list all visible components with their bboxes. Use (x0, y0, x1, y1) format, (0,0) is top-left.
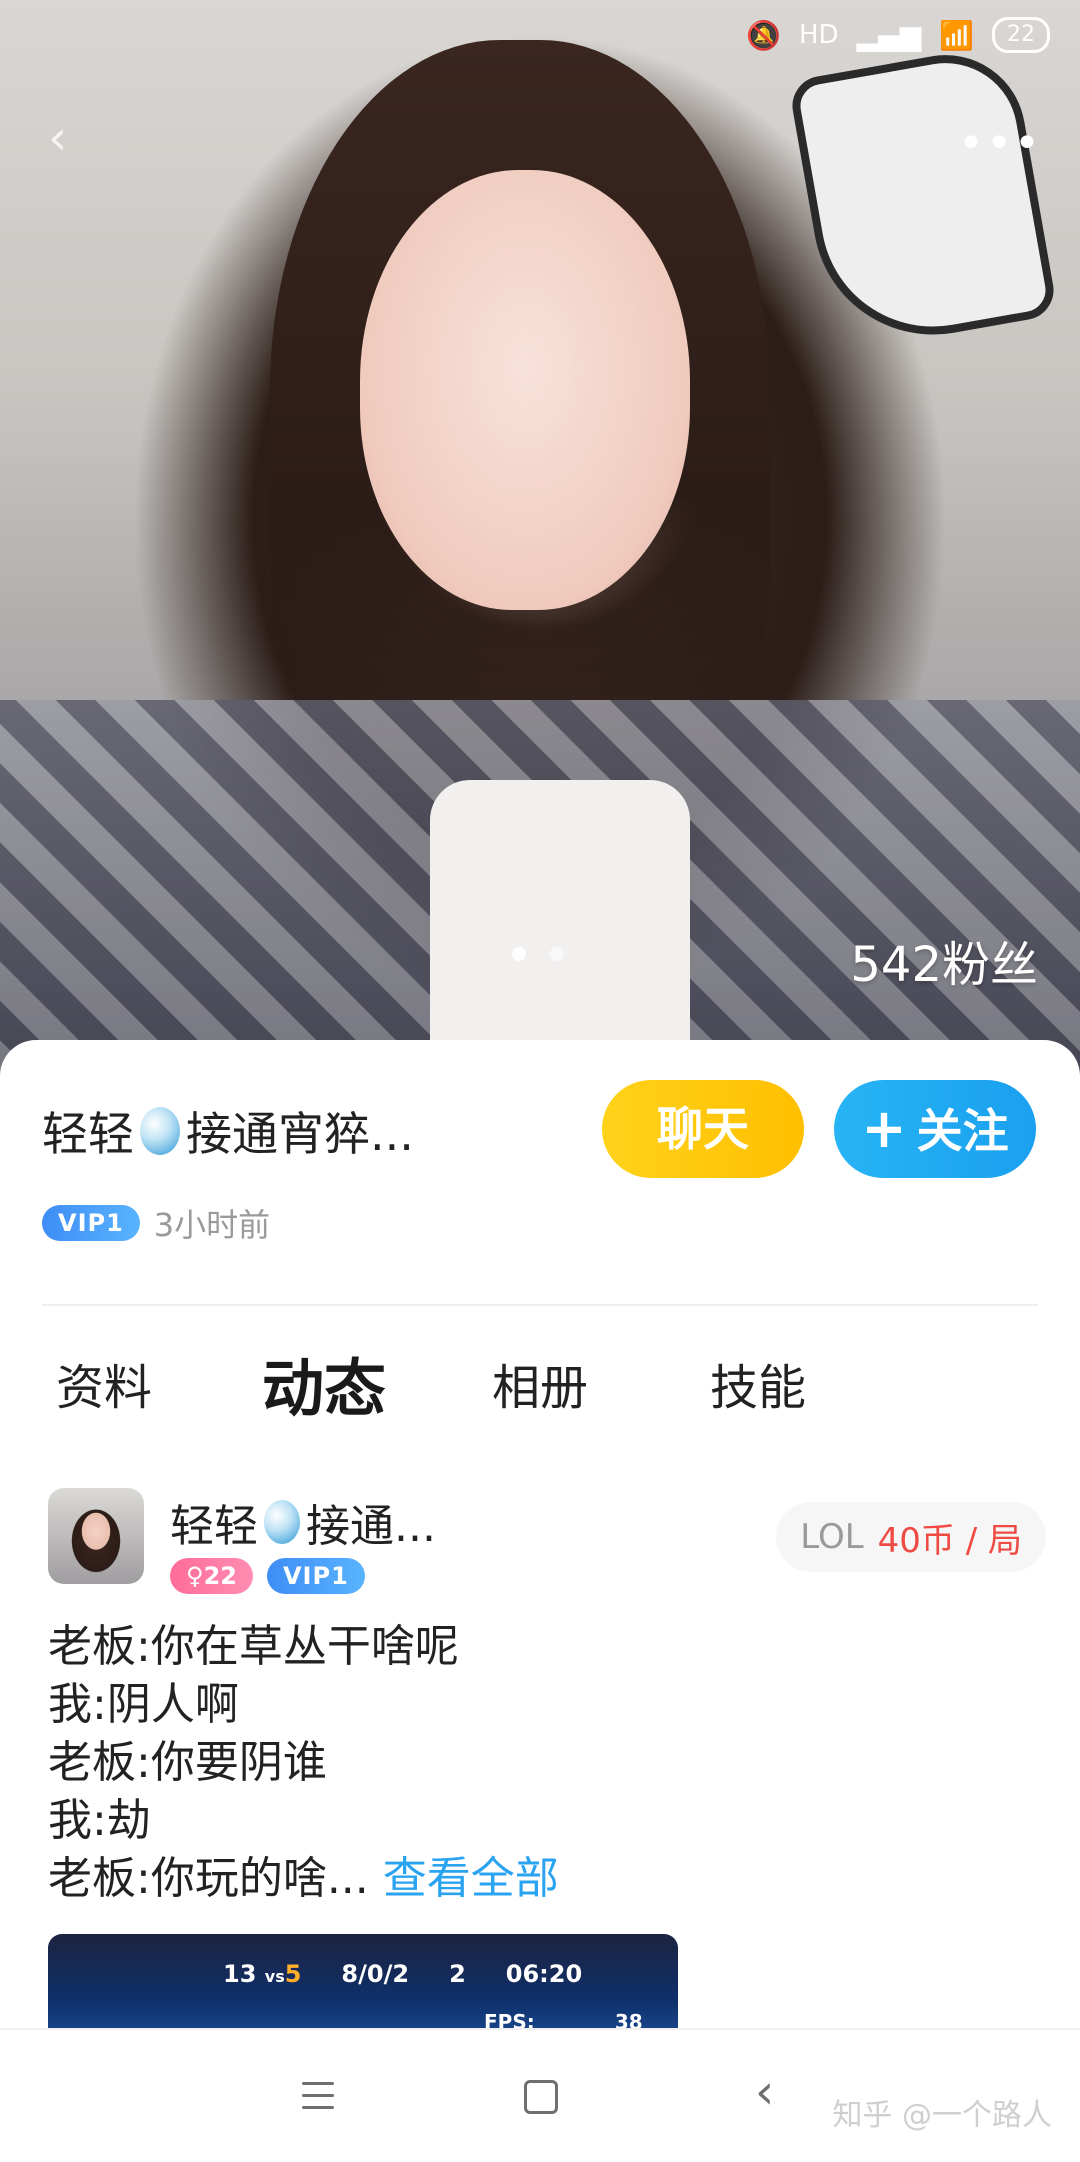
carousel-indicator (512, 947, 564, 961)
carousel-dot[interactable] (550, 947, 564, 961)
chat-button[interactable]: 聊天 (602, 1080, 804, 1178)
follow-label: 关注 (916, 1104, 1009, 1158)
last-active-time: 3小时前 (153, 1206, 271, 1244)
game-hud: 13 vs5 8/0/2 2 06:20 (223, 1960, 582, 1988)
system-navigation-bar: ‹ 知乎 @一个路人 (0, 2028, 1080, 2162)
post-author-name: 轻轻 接通... (170, 1490, 436, 1554)
fans-count[interactable]: 542粉丝 (850, 925, 1038, 995)
tshirt-shape (430, 780, 690, 1080)
post-author-name-part1: 轻轻 (170, 1501, 258, 1552)
back-arrow-icon[interactable]: ‹ (48, 114, 88, 162)
tab-moments-label: 动态 (262, 1352, 387, 1425)
car-window (787, 42, 1059, 354)
gender-age-badge: ♀22 (170, 1558, 253, 1594)
status-bar: 🔕 HD ▂▄▆ 📶 22 (746, 0, 1080, 70)
home-icon[interactable] (524, 2080, 558, 2114)
tab-moments[interactable]: 动态 (262, 1338, 386, 1428)
see-all-link[interactable]: 查看全部 (383, 1853, 559, 1904)
avatar[interactable] (48, 1488, 144, 1584)
post-author-name-part2: 接通... (306, 1501, 436, 1552)
tab-profile[interactable]: 资料 (56, 1348, 152, 1418)
balloon-icon (264, 1500, 300, 1544)
profile-tabs: 资料 动态 相册 技能 (0, 1340, 1080, 1430)
price-per-game: 40币 / 局 (877, 1520, 1022, 1561)
face-shape (360, 170, 690, 610)
battery-indicator: 22 (992, 17, 1050, 53)
profile-cover-photo[interactable]: 🔕 HD ▂▄▆ 📶 22 ‹ ••• 542粉丝 (0, 0, 1080, 1080)
hud-time: 06:20 (505, 1960, 583, 1988)
vip-badge: VIP1 (266, 1558, 365, 1594)
menu-icon[interactable] (302, 2082, 334, 2110)
post-content: 老板:你在草丛干啥呢 我:阴人啊 老板:你要阴谁 我:劫 老板:你玩的啥... … (48, 1618, 559, 1908)
post-line-last: 老板:你玩的啥... 查看全部 (48, 1850, 559, 1908)
profile-name-part2: 接通宵猝... (186, 1107, 414, 1161)
hud-cs: 2 (449, 1960, 466, 1988)
skill-price-tag[interactable]: LOL 40币 / 局 (776, 1502, 1046, 1572)
tab-album[interactable]: 相册 (492, 1348, 588, 1418)
post-line: 老板:你要阴谁 (48, 1737, 327, 1788)
network-type: HD (798, 20, 839, 50)
wifi-icon: 📶 (939, 18, 974, 52)
tab-skills[interactable]: 技能 (710, 1348, 806, 1418)
follow-button[interactable]: + 关注 (834, 1080, 1036, 1178)
post-line: 我:阴人啊 (48, 1679, 239, 1730)
hud-score: 13 vs5 (223, 1960, 301, 1988)
back-icon[interactable]: ‹ (755, 2064, 774, 2120)
watermark: 知乎 @一个路人 (832, 2098, 1052, 2133)
profile-name-part1: 轻轻 (42, 1107, 134, 1161)
more-options-icon[interactable]: ••• (958, 118, 1042, 169)
post-line-truncated: 老板:你玩的啥... (48, 1853, 369, 1904)
post-line: 老板:你在草丛干啥呢 (48, 1621, 459, 1672)
hud-score-left: 13 (223, 1960, 257, 1988)
post-line: 我:劫 (48, 1795, 151, 1846)
hud-score-right: 5 (284, 1960, 302, 1988)
profile-name: 轻轻 接通宵猝... (42, 1098, 414, 1164)
carousel-dot-active[interactable] (512, 947, 526, 961)
balloon-icon (140, 1107, 180, 1155)
mute-bell-icon: 🔕 (746, 18, 781, 52)
hud-vs: vs (264, 1967, 285, 1986)
signal-icon: ▂▄▆ (856, 18, 922, 52)
divider (42, 1304, 1038, 1306)
hud-kda: 8/0/2 (341, 1960, 410, 1988)
profile-meta: VIP1 3小时前 (42, 1200, 270, 1246)
vip-badge: VIP1 (42, 1205, 140, 1241)
plus-icon: + (861, 1097, 907, 1160)
post-author-badges: ♀22 VIP1 (170, 1558, 365, 1594)
game-name: LOL (800, 1517, 864, 1557)
